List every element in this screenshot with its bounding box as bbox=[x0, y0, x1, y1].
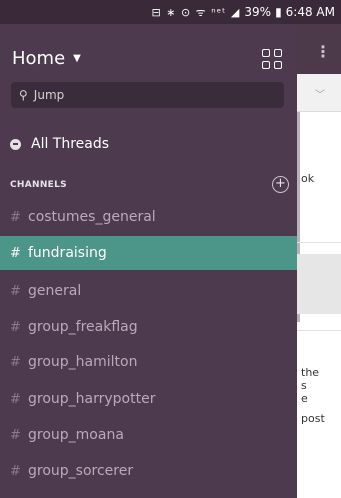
status-icons: ⊟ ∗ ⊙ ᯤ ⁿᵉᵗ ◢ bbox=[151, 5, 241, 19]
channel-name: group_hamilton bbox=[28, 354, 138, 370]
caret-down-icon: ▼ bbox=[73, 53, 81, 64]
message-snippet: e bbox=[301, 392, 308, 405]
battery-level: 39% bbox=[244, 5, 272, 19]
workspace-grid-icon[interactable] bbox=[262, 49, 282, 69]
search-placeholder: Jump bbox=[33, 88, 65, 102]
channel-name: group_freakflag bbox=[28, 319, 138, 335]
threads-icon bbox=[10, 138, 21, 150]
background-header: ⋮ bbox=[297, 24, 341, 74]
battery-icon: ▮ bbox=[275, 5, 282, 19]
search-icon: ⚲ bbox=[19, 88, 28, 102]
navigation-drawer: Home ▼ ⚲ Jump All Threads CHANNELS + # c… bbox=[0, 24, 297, 498]
channel-item[interactable]: # costumes_general bbox=[0, 200, 297, 234]
workspace-switcher[interactable]: Home ▼ bbox=[12, 48, 81, 69]
channel-item[interactable]: # group_freakflag bbox=[0, 310, 297, 344]
message-divider bbox=[297, 242, 341, 243]
hash-icon: # bbox=[10, 427, 21, 443]
message-snippet: ok bbox=[301, 172, 315, 185]
channel-name: group_harrypotter bbox=[28, 391, 156, 407]
jump-search-input[interactable]: ⚲ Jump bbox=[11, 82, 284, 108]
channel-name: group_moana bbox=[28, 427, 124, 443]
channel-name: fundraising bbox=[28, 245, 107, 261]
hash-icon: # bbox=[10, 283, 21, 299]
status-bar: ⊟ ∗ ⊙ ᯤ ⁿᵉᵗ ◢ 39% ▮ 6:48 AM bbox=[0, 0, 341, 24]
hash-icon: # bbox=[10, 354, 21, 370]
message-divider bbox=[297, 330, 341, 331]
channel-item[interactable]: # group_moana bbox=[0, 418, 297, 452]
hash-icon: # bbox=[10, 209, 21, 225]
all-threads-item[interactable]: All Threads bbox=[10, 134, 109, 154]
channel-name: costumes_general bbox=[28, 209, 156, 225]
channels-header: CHANNELS bbox=[10, 180, 67, 190]
channel-item[interactable]: # group_sorcerer bbox=[0, 454, 297, 488]
channel-name: general bbox=[28, 283, 82, 299]
hash-icon: # bbox=[10, 463, 21, 479]
channel-item[interactable]: # group_hamilton bbox=[0, 345, 297, 379]
overflow-menu-icon[interactable]: ⋮ bbox=[315, 42, 331, 61]
message-snippet: post bbox=[301, 412, 325, 425]
chevron-down-icon: ﹀ bbox=[315, 90, 325, 101]
channel-item[interactable]: # general bbox=[0, 274, 297, 308]
channel-item[interactable]: # group_harrypotter bbox=[0, 382, 297, 416]
clock: 6:48 AM bbox=[285, 5, 335, 19]
hash-icon: # bbox=[10, 391, 21, 407]
add-channel-icon[interactable]: + bbox=[272, 176, 289, 193]
hash-icon: # bbox=[10, 245, 21, 261]
background-channel-view: ⋮ ﹀ ok the s e post bbox=[297, 24, 341, 498]
workspace-name: Home bbox=[12, 48, 66, 69]
hash-icon: # bbox=[10, 319, 21, 335]
message-snippet: s bbox=[301, 379, 307, 392]
background-dropdown: ﹀ bbox=[297, 74, 341, 112]
all-threads-label: All Threads bbox=[31, 136, 110, 152]
message-attachment bbox=[297, 254, 341, 314]
message-snippet: the bbox=[301, 366, 320, 379]
channel-name: group_sorcerer bbox=[28, 463, 134, 479]
channel-item-active[interactable]: # fundraising bbox=[0, 236, 297, 270]
